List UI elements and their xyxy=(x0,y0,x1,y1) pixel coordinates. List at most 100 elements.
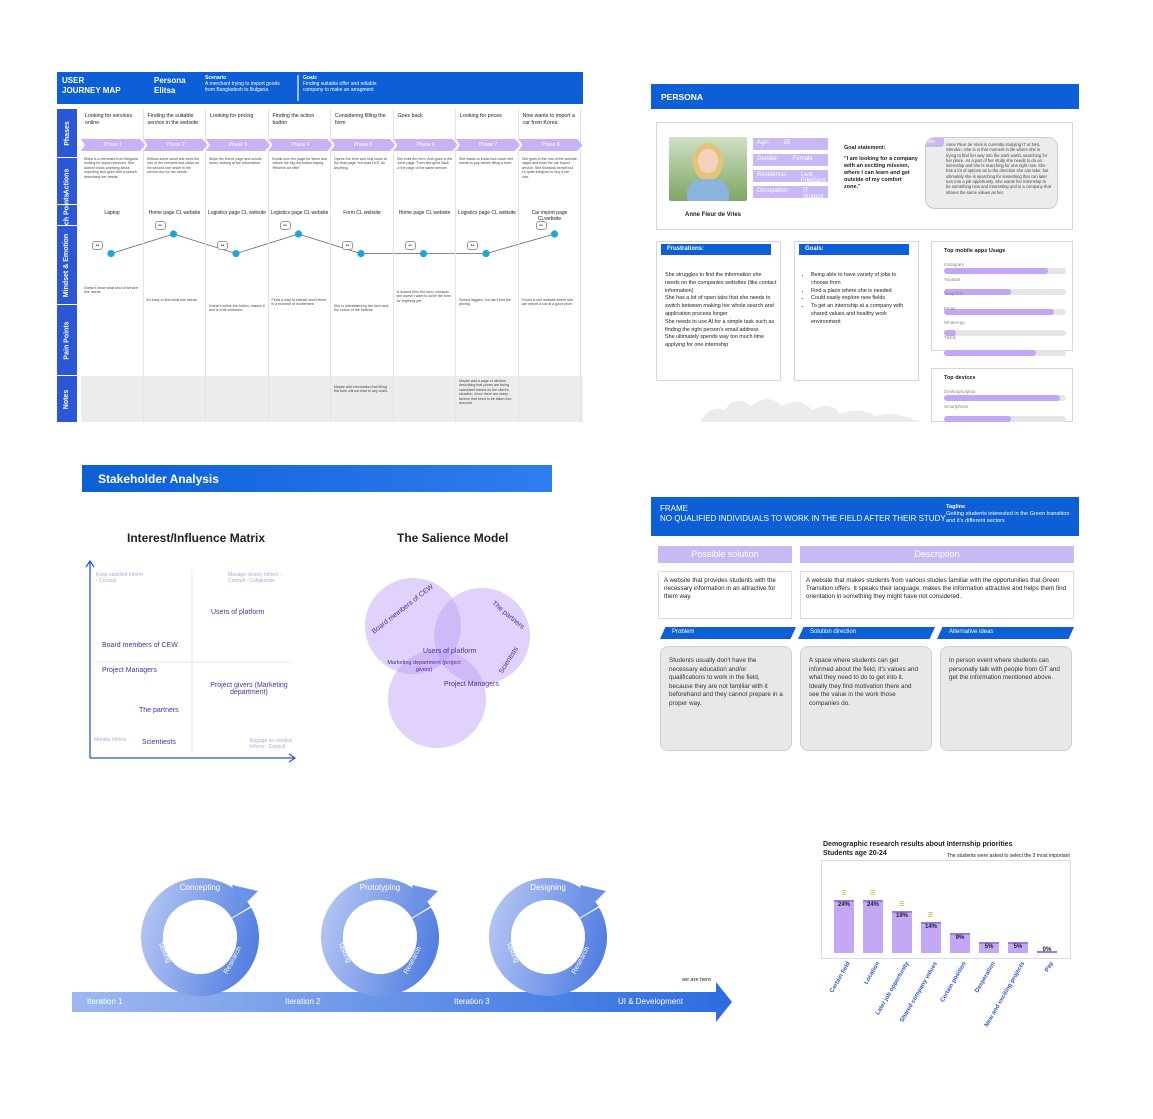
frustrations-text: She struggles to find the information sh… xyxy=(665,272,777,349)
journey-column: Finding the suitable service in the webs… xyxy=(143,109,208,422)
usage-bar xyxy=(944,329,1066,336)
phase-title: Looking for pricing xyxy=(210,113,254,119)
phase-title: Looking for prices xyxy=(460,113,502,119)
iteration-label: Iteration 2 xyxy=(285,997,321,1006)
emotion-face-icon: ●● xyxy=(342,240,353,250)
iteration-label: UI & Development xyxy=(618,997,683,1006)
goals-panel-label: Goals: xyxy=(799,244,909,255)
phase-action: Elitsa is a merchant from Bulgaria looki… xyxy=(84,157,138,179)
cycle-top-label: Concepting xyxy=(179,883,221,892)
row-label-text: Mindset & Emotion xyxy=(63,233,71,297)
row-label-text: Notes xyxy=(63,389,71,409)
persona-field-value: 20 xyxy=(783,140,791,146)
pain-point: Doesn't notice the button, misses it and… xyxy=(209,304,265,313)
usage-fill xyxy=(944,268,1048,274)
journey-column: Looking for services online Phase 1 Elitsa… xyxy=(81,109,145,422)
face-shape xyxy=(698,149,718,173)
matrix-project-managers: Project Managers xyxy=(102,667,157,674)
pain-point: Finds a way to interact and it there is … xyxy=(271,298,327,307)
frame-label: FRAME xyxy=(660,504,688,513)
touch-point: Logistics page CL website xyxy=(208,210,266,216)
row-label: Mindset & Emotion xyxy=(57,226,77,304)
shirt-shape xyxy=(687,179,729,201)
bio-label: Bio xyxy=(926,138,944,147)
tagline-text: Getting students interested in the Green… xyxy=(946,511,1070,524)
matrix-title: Interest/Influence Matrix xyxy=(127,531,266,545)
goals-panel: Goals: Being able to have variety of job… xyxy=(794,241,919,381)
touch-point: Laptop xyxy=(104,210,120,216)
apps-label: Top mobile apps Usage xyxy=(944,248,1006,254)
journey-column: Considering filling the form Phase 5 Opens… xyxy=(331,109,395,422)
note-text: Maybe add information that filling the f… xyxy=(334,385,389,394)
persona-field-value: Female xyxy=(792,156,813,162)
matrix-project-givers: Project givers (Marketing department) xyxy=(210,682,288,696)
persona-field-label: Gender: xyxy=(757,156,779,162)
emotion-face-icon: ●● xyxy=(154,221,166,230)
frame-title: FRAME NO QUALIFIED INDIVIDUALS TO WORK I… xyxy=(660,504,946,524)
chart-title: Demographic research results about Inter… xyxy=(823,841,1013,848)
trophy-icon: ☰ xyxy=(899,902,905,909)
persona-field-value: IT Student xyxy=(803,188,824,200)
app-name: Tiktok xyxy=(944,334,956,340)
chart-value-label: 9% xyxy=(955,935,965,942)
salience-users-of-platform: Users of platform xyxy=(423,648,477,655)
chart-value-label: 5% xyxy=(1013,944,1023,950)
pain-point: It's easy to find what she needs. xyxy=(146,298,198,302)
quadrant-monitor: Monitor Inform xyxy=(94,737,127,743)
phase-tag: Phase 3 xyxy=(206,139,270,151)
goal-item: Could easily explore new fields xyxy=(811,295,911,303)
app-name: Desktop/Laptop xyxy=(944,389,976,394)
goals-list: Being able to have variety of jobs to ch… xyxy=(811,272,911,327)
phase-title: Finding the action button xyxy=(272,113,315,126)
phase-title: Goes back xyxy=(397,113,423,119)
touch-point: Home page CL website xyxy=(398,210,451,216)
phase-title: Looking for services online xyxy=(85,113,133,126)
alternative-ideas-tab: Alternative ideas xyxy=(937,627,1074,639)
note-text: Maybe add a page or window describing th… xyxy=(459,379,512,406)
apps-panel: Top mobile apps Usage Instagram Youtube Sn… xyxy=(931,241,1073,377)
matrix-axes xyxy=(85,559,297,763)
phase-tag: Phase 8 xyxy=(518,139,583,151)
persona-card: Anne Fleur de Vries Age: 20 Gender: Female R… xyxy=(656,122,1073,230)
touch-point: Logistics page CL website xyxy=(458,210,516,216)
app-name: Email xyxy=(944,305,956,311)
persona-field-value: Lwd, Friesland xyxy=(801,172,826,184)
cycle-top-label: Prototyping xyxy=(359,883,401,892)
chart-value-label: 24% xyxy=(837,902,850,909)
frame-header: FRAME NO QUALIFIED INDIVIDUALS TO WORK I… xyxy=(651,497,1079,536)
phase-action: She goes to the rest of the website page… xyxy=(521,157,577,179)
phase-tag: Phase 1 xyxy=(81,139,145,151)
phase-tag: Phase 5 xyxy=(331,139,395,151)
description-label: Description xyxy=(800,546,1074,563)
app-name: Youtube xyxy=(944,276,961,282)
persona-header: PERSONA xyxy=(651,84,1079,109)
chart-value-label: 19% xyxy=(895,913,908,920)
tagline-block: Tagline Getting students interested in t… xyxy=(946,504,1074,525)
journey-column: Now wants to import a car from Korea Phas… xyxy=(518,109,583,422)
journey-column: Goes back Phase 6 She exits the form. And … xyxy=(393,109,458,422)
usage-fill xyxy=(944,309,1054,315)
persona-full-name: Anne Fleur de Vries xyxy=(685,212,742,218)
problem-text: Students usually don't have the necessar… xyxy=(660,646,792,751)
persona-field: Occupation: IT Student xyxy=(753,186,828,200)
usage-bar xyxy=(944,415,1066,422)
goal-item: To get an internship at a company with s… xyxy=(811,303,911,326)
bio-bubble: Bio Anne Fleur de Vries is currently stu… xyxy=(925,137,1058,209)
row-label: Touch Points xyxy=(57,193,77,237)
touch-point: Car import page CLwebsite xyxy=(531,210,568,222)
quadrant-manage-closely: Manage closely Inform - Consult - Collab… xyxy=(228,572,282,584)
cycle-top-label: Designing xyxy=(530,883,566,892)
chart-category-label: Pay xyxy=(1044,961,1056,974)
phase-action: Scrolls over the page for times and noti… xyxy=(271,157,328,170)
phase-title: Now wants to import a car from Korea xyxy=(522,113,575,126)
persona-field: Gender: Female xyxy=(753,154,828,166)
journey-column: Looking for pricing Phase 3 Skips the Home… xyxy=(206,109,270,422)
chart-value-label: 0% xyxy=(1042,947,1052,953)
cloud-decoration xyxy=(700,399,920,422)
row-label: Phases xyxy=(57,109,77,157)
solution-direction-tab: Solution direction xyxy=(798,627,935,639)
goal-statement-label: Goal statement: xyxy=(844,145,886,151)
touch-point: Home page CL website xyxy=(148,210,201,216)
phase-action: She exits the form. And goes to the home… xyxy=(396,157,453,170)
phase-tag: Phase 6 xyxy=(393,139,458,151)
